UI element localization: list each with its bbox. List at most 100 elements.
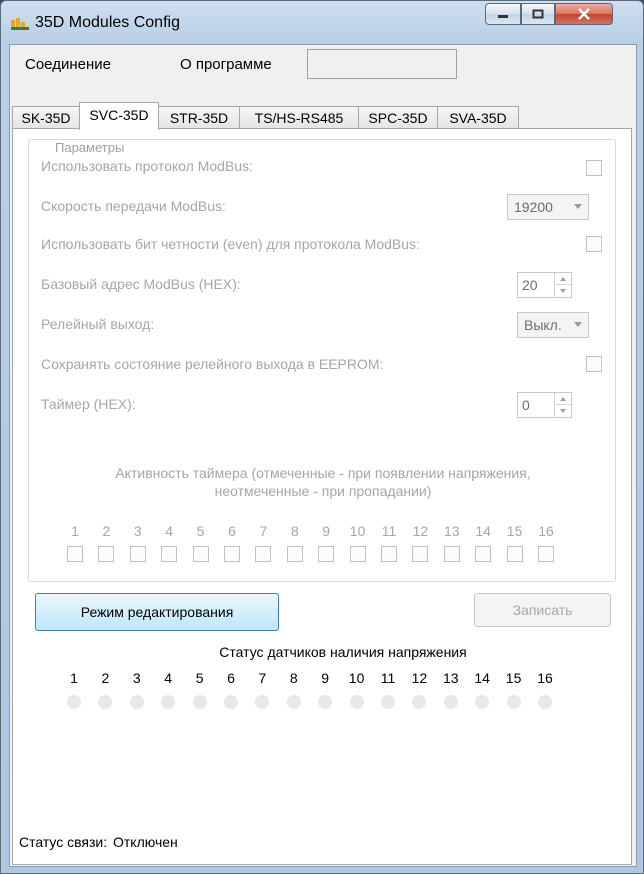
params-groupbox: Параметры Использовать протокол ModBus: …	[28, 139, 616, 582]
timer-channel-checkbox[interactable]	[224, 546, 240, 562]
sensor-status-indicator	[224, 695, 238, 709]
relay-label: Релейный выход:	[41, 316, 155, 332]
sensor-channel-number: 4	[164, 670, 173, 686]
timer-channel-number: 3	[133, 523, 142, 539]
sensor-status-indicator	[255, 695, 270, 709]
timer-channel-checkbox[interactable]	[67, 546, 83, 562]
title-bar[interactable]: 35D Modules Config	[1, 1, 643, 43]
timer-channel-checkbox[interactable]	[129, 546, 146, 562]
base-address-value: 20	[522, 277, 538, 293]
sensor-status-indicator	[318, 695, 333, 709]
sensor-channel-number: 11	[380, 670, 396, 686]
relay-select[interactable]: Выкл.	[517, 312, 589, 338]
timer-channel-checkbox[interactable]	[443, 546, 460, 562]
sensor-channel-number: 12	[411, 670, 428, 686]
modbus-speed-select[interactable]: 19200	[507, 194, 589, 220]
sensor-status-indicator	[349, 695, 364, 709]
sensor-channel-number: 15	[505, 670, 522, 686]
timer-channel-number: 10	[349, 523, 366, 539]
timer-channel-checkbox[interactable]	[349, 546, 366, 562]
sensor-channel-number: 9	[321, 670, 330, 686]
timer-activity-line2: неотмеченные - при пропадании)	[214, 483, 432, 499]
timer-channel-checkbox[interactable]	[161, 546, 178, 562]
chevron-down-icon	[574, 322, 582, 327]
close-icon	[578, 8, 590, 20]
spin-up-icon[interactable]	[555, 393, 571, 405]
save-relay-label: Сохранять состояние релейного выхода в E…	[41, 356, 384, 372]
timer-channel-checkbox[interactable]	[412, 546, 429, 562]
tab-sva-35d[interactable]: SVA-35D	[437, 106, 519, 129]
menu-bar: Соединение О программе	[10, 45, 636, 85]
minimize-icon	[498, 15, 508, 18]
tab-panel-svc-35d: Параметры Использовать протокол ModBus: …	[12, 128, 632, 865]
sensor-channel-number: 1	[70, 670, 78, 686]
parity-checkbox[interactable]	[586, 236, 602, 252]
timer-channel-checkbox[interactable]	[286, 546, 303, 562]
sensor-channel-number: 16	[537, 670, 553, 686]
timer-spinner[interactable]: 0	[517, 392, 572, 418]
timer-channel-number: 6	[228, 523, 236, 539]
tab-sk-35d[interactable]: SK-35D	[12, 106, 80, 129]
minimize-button[interactable]	[485, 3, 521, 25]
connection-status-label: Статус связи:	[19, 834, 108, 850]
write-button[interactable]: Записать	[474, 593, 611, 627]
timer-channel-checkbox[interactable]	[255, 546, 272, 562]
tab-svc-35d[interactable]: SVC-35D	[79, 102, 159, 130]
timer-channel-checkbox[interactable]	[475, 546, 492, 562]
timer-channel-number: 11	[381, 523, 397, 539]
use-modbus-label: Использовать протокол ModBus:	[41, 158, 253, 174]
sensor-channel-number: 13	[443, 670, 459, 686]
timer-channel-checkbox[interactable]	[318, 546, 335, 562]
sensor-status-indicator	[286, 695, 301, 709]
menu-about[interactable]: О программе	[180, 56, 272, 73]
timer-label: Таймер (HEX):	[41, 396, 136, 412]
modbus-speed-label: Скорость передачи ModBus:	[41, 198, 226, 214]
spin-down-icon[interactable]	[555, 405, 571, 417]
save-relay-checkbox[interactable]	[586, 356, 602, 372]
spin-up-icon[interactable]	[555, 273, 571, 285]
sensor-channel-number: 7	[258, 670, 267, 686]
sensor-channel-number: 5	[195, 670, 204, 686]
timer-channel-number: 16	[538, 523, 554, 539]
maximize-button[interactable]	[521, 3, 555, 25]
tab-str-35d[interactable]: STR-35D	[158, 106, 240, 129]
timer-channel-checkbox[interactable]	[538, 546, 554, 562]
maximize-icon	[532, 9, 544, 19]
timer-channel-checkbox[interactable]	[381, 546, 397, 562]
timer-channel-checkbox[interactable]	[98, 546, 115, 562]
sensor-status-indicator	[161, 695, 176, 709]
timer-channel-number: 4	[165, 523, 174, 539]
spin-down-icon[interactable]	[555, 285, 571, 297]
timer-channel-checkbox[interactable]	[506, 546, 523, 562]
params-group-title: Параметры	[53, 140, 127, 155]
chevron-down-icon	[574, 204, 582, 209]
sensor-status-indicator	[443, 695, 458, 709]
menu-connection[interactable]: Соединение	[25, 56, 111, 73]
sensor-status-indicator	[67, 695, 81, 709]
parity-label: Использовать бит четности (even) для про…	[41, 236, 420, 252]
sensor-status-indicator	[381, 695, 395, 709]
sensor-channel-number: 14	[474, 670, 490, 686]
use-modbus-checkbox[interactable]	[586, 160, 602, 176]
window-title: 35D Modules Config	[35, 14, 180, 31]
tab-spc-35d[interactable]: SPC-35D	[358, 106, 438, 129]
client-area: Соединение О программе SK-35D SVC-35D ST…	[9, 44, 637, 867]
app-icon	[11, 18, 29, 30]
sensor-channel-number: 6	[227, 670, 235, 686]
caption-buttons	[485, 3, 613, 27]
timer-channel-number: 12	[412, 523, 429, 539]
sensor-channel-number: 3	[132, 670, 141, 686]
close-button[interactable]	[555, 3, 613, 25]
base-address-spinner[interactable]: 20	[517, 272, 572, 298]
sensor-status-indicator	[412, 695, 427, 709]
timer-channel-number: 1	[71, 523, 79, 539]
sensor-status-indicator	[192, 695, 207, 709]
menu-empty-box	[307, 49, 457, 79]
tab-ts-hs-rs485[interactable]: TS/HS-RS485	[239, 106, 359, 129]
timer-channel-checkbox[interactable]	[192, 546, 209, 562]
timer-channel-number: 9	[322, 523, 331, 539]
sensor-channel-number: 2	[101, 670, 110, 686]
timer-channel-number: 5	[196, 523, 205, 539]
edit-mode-button[interactable]: Режим редактирования	[35, 593, 279, 631]
app-window: 35D Modules Config Соединение О программ…	[0, 0, 644, 874]
